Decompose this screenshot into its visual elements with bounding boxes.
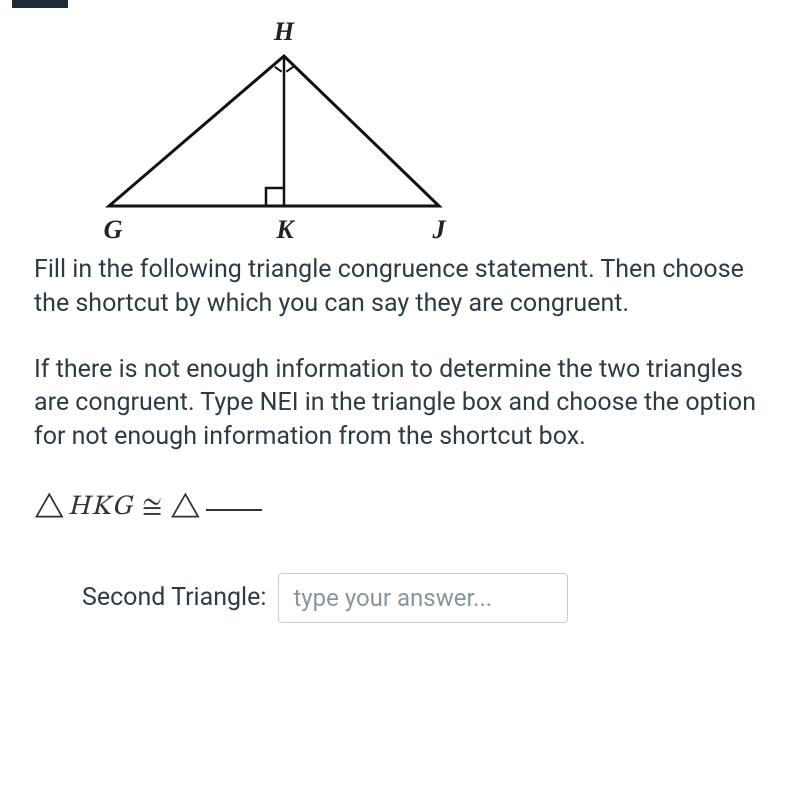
instructions-block: Fill in the following triangle congruenc… (34, 253, 766, 454)
congruence-expression: △ HKG ≅ △ (34, 490, 766, 525)
instruction-paragraph-1: Fill in the following triangle congruenc… (34, 253, 766, 321)
triangle-symbol-2: △ (170, 492, 200, 525)
triangle-svg: H G K J (89, 16, 469, 241)
instruction-paragraph-2: If there is not enough information to de… (34, 353, 766, 454)
vertex-label-j: J (432, 215, 447, 241)
vertex-label-k: K (275, 215, 295, 241)
vertex-label-h: H (273, 17, 295, 46)
vertex-label-g: G (104, 215, 123, 241)
given-triangle-letters: HKG (67, 490, 133, 525)
congruent-symbol: ≅ (142, 490, 162, 525)
question-content: H G K J Fill in the following triangle c… (0, 0, 800, 623)
answer-row: Second Triangle: (34, 573, 766, 623)
triangle-figure: H G K J (89, 16, 766, 241)
second-triangle-input[interactable] (278, 573, 568, 623)
answer-blank-line (206, 509, 262, 511)
triangle-symbol-1: △ (34, 492, 64, 525)
active-tab-indicator (12, 0, 68, 8)
answer-label: Second Triangle: (82, 583, 266, 612)
